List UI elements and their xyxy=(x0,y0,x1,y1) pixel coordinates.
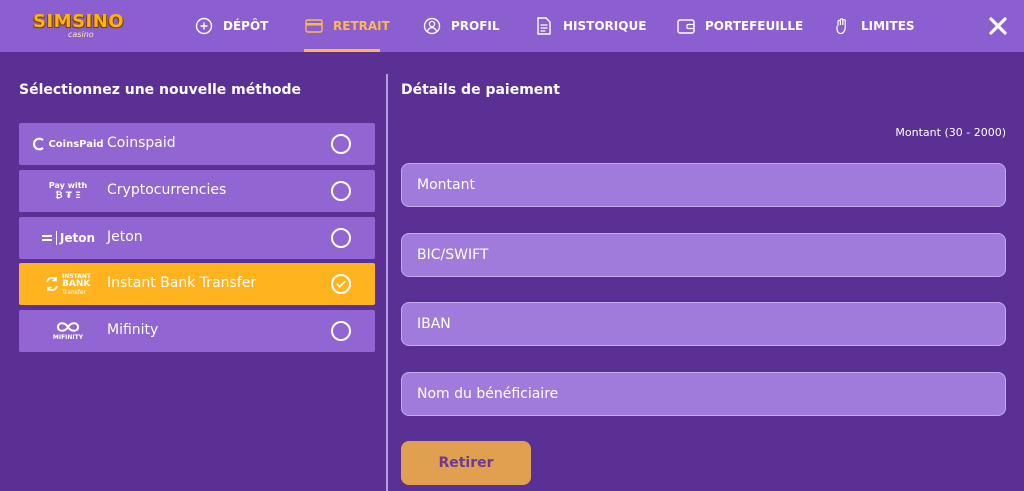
tab-label: PROFIL xyxy=(451,19,500,33)
iban-input[interactable] xyxy=(401,302,1006,346)
payment-details-title: Détails de paiement xyxy=(401,82,560,98)
withdraw-button[interactable]: Retirer xyxy=(401,441,531,485)
tab-depot[interactable]: DÉPÔT xyxy=(194,0,268,52)
radio-button-checked[interactable] xyxy=(331,274,351,294)
method-label: Instant Bank Transfer xyxy=(107,275,257,291)
radio-button[interactable] xyxy=(331,228,351,248)
ibt-logo-line2: BANK xyxy=(62,278,91,289)
card-icon xyxy=(304,16,324,36)
brand-name: SIMSINO xyxy=(33,11,125,32)
tab-label: RETRAIT xyxy=(333,19,390,33)
wallet-icon xyxy=(676,16,696,36)
beneficiary-name-input[interactable] xyxy=(401,372,1006,416)
method-label: Jeton xyxy=(107,229,143,245)
jeton-logo: Jeton xyxy=(29,217,107,259)
hand-icon xyxy=(832,16,852,36)
instant-bank-logo: INSTANT BANK Transfer xyxy=(29,263,107,305)
check-icon xyxy=(336,280,346,288)
ibt-logo-line3: Transfer xyxy=(62,288,87,296)
crypto-coins-icon: ₿ ₮ Ξ xyxy=(55,190,81,201)
method-mifinity[interactable]: MIFINITY Mifinity xyxy=(19,310,375,352)
radio-button[interactable] xyxy=(331,181,351,201)
mifinity-logo-text: MIFINITY xyxy=(52,334,84,341)
crypto-logo: Pay with ₿ ₮ Ξ xyxy=(29,170,107,212)
radio-button[interactable] xyxy=(331,134,351,154)
radio-button[interactable] xyxy=(331,321,351,341)
column-divider xyxy=(386,74,388,491)
close-button[interactable] xyxy=(986,14,1010,38)
method-label: Coinspaid xyxy=(107,135,176,151)
bic-swift-input[interactable] xyxy=(401,233,1006,277)
mifinity-logo: MIFINITY xyxy=(29,310,107,352)
tab-profil[interactable]: PROFIL xyxy=(422,0,500,52)
tab-portefeuille[interactable]: PORTEFEUILLE xyxy=(676,0,803,52)
tab-label: LIMITES xyxy=(861,19,915,33)
coinspaid-logo-text: CoinsPaid xyxy=(48,138,104,150)
brand-logo[interactable]: SIMSINO casino xyxy=(33,11,124,43)
amount-input[interactable] xyxy=(401,163,1006,207)
method-instant-bank-transfer[interactable]: INSTANT BANK Transfer Instant Bank Trans… xyxy=(19,263,375,305)
tab-label: HISTORIQUE xyxy=(563,19,647,33)
crypto-logo-text: Pay with xyxy=(48,180,88,190)
user-icon xyxy=(422,16,442,36)
coinspaid-logo: CoinsPaid xyxy=(29,123,107,165)
tab-label: DÉPÔT xyxy=(223,19,269,33)
close-icon xyxy=(989,17,1007,35)
tab-label: PORTEFEUILLE xyxy=(705,19,804,33)
method-label: Cryptocurrencies xyxy=(107,182,227,198)
brand-sub: casino xyxy=(68,30,94,39)
document-icon xyxy=(534,16,554,36)
method-cryptocurrencies[interactable]: Pay with ₿ ₮ Ξ Cryptocurrencies xyxy=(19,170,375,212)
plus-circle-icon xyxy=(194,16,214,36)
tab-limites[interactable]: LIMITES xyxy=(832,0,915,52)
method-label: Mifinity xyxy=(107,322,159,338)
tab-retrait[interactable]: RETRAIT xyxy=(304,0,390,52)
method-section-title: Sélectionnez une nouvelle méthode xyxy=(19,82,302,98)
tab-historique[interactable]: HISTORIQUE xyxy=(534,0,646,52)
method-coinspaid[interactable]: CoinsPaid Coinspaid xyxy=(19,123,375,165)
method-jeton[interactable]: Jeton Jeton xyxy=(19,217,375,259)
jeton-logo-text: Jeton xyxy=(59,231,96,245)
amount-range-label: Montant (30 - 2000) xyxy=(895,126,1006,139)
active-tab-indicator xyxy=(304,49,380,52)
